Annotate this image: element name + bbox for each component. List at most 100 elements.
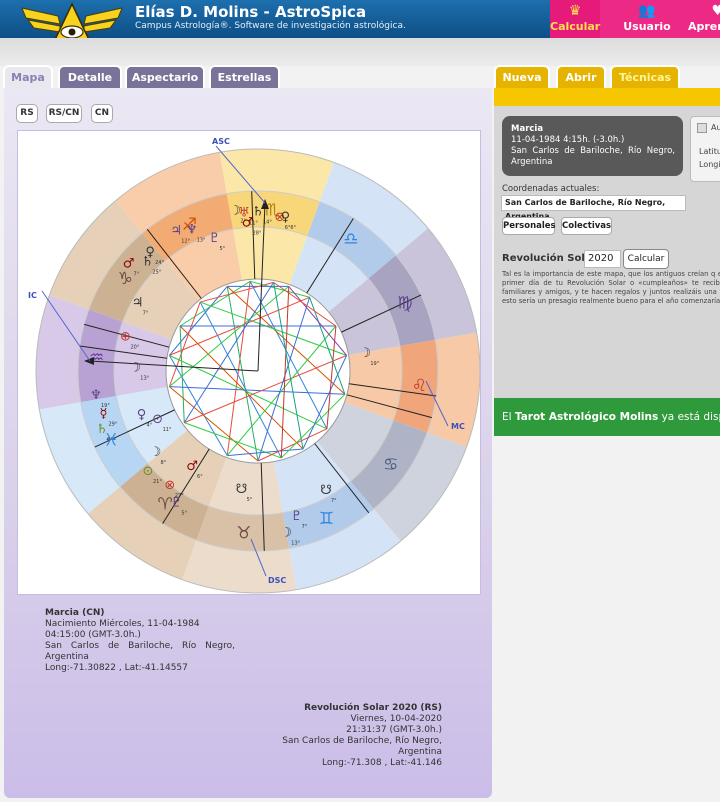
nav-usuario[interactable]: 👥 Usuario [618, 0, 676, 38]
auto-label: Au [711, 123, 720, 132]
site-title: Elías D. Molins - AstroSpica [135, 3, 367, 21]
users-icon: 👥 [638, 3, 656, 19]
zodiac-sign-icon: ♉ [236, 523, 251, 543]
ic-label: IC [28, 291, 37, 300]
planet-icon: ♀ [145, 245, 155, 260]
planet-icon: ♆ [90, 388, 102, 403]
solar-return-description: Tal es la importancia de este mapa, que … [502, 270, 720, 305]
tab-nueva[interactable]: Nueva [494, 65, 550, 88]
planet-degree-label: 6° [107, 437, 113, 443]
zodiac-sign-icon: ♒ [89, 348, 104, 368]
rs-place: San Carlos de Bariloche, Río Negro, Arge… [282, 736, 442, 757]
planet-icon: ♆ [186, 223, 198, 238]
planet-degree-label: 29° [108, 421, 117, 427]
tab-detalle[interactable]: Detalle [58, 65, 122, 88]
planet-icon: ♄ [96, 422, 108, 437]
tarot-banner[interactable]: El Tarot Astrológico Molins ya está disp… [494, 398, 720, 436]
astro-wheel-container[interactable]: ♌ ♍ ♎ ♏ ♐ ♑ ♒ ♓ ♈ ♉ ♊ ♋ ☽ 2° ♅ 11° ♂ 28° ♄ 14° ⊗ 6° ♀ 6° ♃ 12° ♆ 1… [17, 130, 481, 595]
nav-aprender-label: Apren [688, 20, 720, 33]
planet-icon: ⊕ [120, 329, 131, 344]
planet-icon: ☋ [320, 483, 332, 498]
planet-degree-label: 19° [370, 361, 379, 367]
planet-degree-label: 7° [331, 498, 337, 504]
tarot-bold: Tarot Astrológico Molins [514, 411, 659, 423]
rs-date: Viernes, 10-04-2020 [350, 714, 443, 724]
planet-icon: ⊙ [152, 412, 163, 427]
zodiac-sign-icon: ♍ [397, 294, 412, 314]
planet-degree-label: 8° [161, 460, 167, 466]
zodiac-sign-icon: ♌ [412, 376, 427, 396]
rs-title: Revolución Solar 2020 (RS) [304, 703, 442, 713]
planet-icon: ♇ [171, 496, 183, 511]
planet-degree-label: 13° [197, 238, 206, 244]
rs-time: 21:31:37 (GMT-3.0h.) [346, 725, 442, 735]
tab-aspectario[interactable]: Aspectario [125, 65, 205, 88]
header-nav: ♛ Calcular 👥 Usuario ♥ Apren [550, 0, 720, 38]
auto-checkbox[interactable] [697, 123, 707, 133]
mode-rs-button[interactable]: RS [16, 104, 38, 123]
personales-button[interactable]: Personales [502, 217, 556, 235]
solar-return-label: Revolución Solar [502, 253, 597, 264]
crown-icon: ♛ [568, 3, 582, 19]
dsc-label: DSC [268, 576, 286, 585]
longitude-label: Longi [699, 160, 720, 169]
planet-degree-label: 5° [219, 246, 225, 252]
latitude-label: Latitu [699, 147, 720, 156]
site-subtitle: Campus Astrología®. Software de investig… [135, 21, 406, 31]
natal-time: 04:15:00 (GMT-3.0h.) [45, 630, 141, 640]
zodiac-sign-icon: ♋ [383, 455, 398, 475]
planet-degree-label: 11° [163, 427, 172, 433]
natal-info: Marcia (CN) Nacimiento Miércoles, 11-04-… [45, 608, 235, 674]
planet-icon: ♃ [132, 296, 144, 311]
mode-cn-button[interactable]: CN [91, 104, 113, 123]
planet-icon: ☽ [150, 445, 162, 460]
coords-label: Coordenadas actuales: [502, 184, 600, 194]
zodiac-sign-icon: ♊ [319, 509, 334, 529]
planet-icon: ☋ [236, 482, 248, 497]
planet-degree-label: 5° [247, 497, 253, 503]
planet-degree-label: 6° [197, 474, 203, 480]
planet-degree-label: 24° [155, 260, 164, 266]
nav-aprender[interactable]: ♥ Apren [688, 0, 720, 38]
planet-degree-label: 7° [134, 271, 140, 277]
asc-label: ASC [212, 137, 230, 146]
tab-mapa[interactable]: Mapa [3, 65, 53, 88]
person-data-card: Marcia 11-04-1984 4:15h. (-3.0h.) San Ca… [502, 116, 683, 176]
coords-field[interactable]: San Carlos de Bariloche, Río Negro, Arge… [501, 195, 686, 221]
planet-degree-label: 28° [253, 231, 262, 237]
planet-degree-label: 7° [143, 311, 149, 317]
planet-icon: ☽ [280, 526, 292, 541]
person-place: San Carlos de Bariloche, Río Negro, Arge… [511, 146, 675, 167]
planet-icon: ♃ [170, 223, 182, 238]
planet-degree-label: 12° [181, 238, 190, 244]
planet-icon: ♂ [123, 256, 135, 271]
colectivas-button[interactable]: Colectivas [561, 217, 612, 235]
nav-usuario-label: Usuario [623, 20, 671, 33]
mode-rs-cn-button[interactable]: RS/CN [46, 104, 82, 123]
tarot-post: ya está dispon [661, 411, 720, 423]
tab-band [0, 38, 720, 66]
zodiac-sign-icon: ♑ [118, 269, 133, 289]
zodiac-sign-icon: ♎ [343, 229, 358, 249]
natal-name: Marcia (CN) [45, 608, 105, 618]
person-name: Marcia [511, 124, 544, 134]
rs-coords: Long:-71.308 , Lat:-41.146 [322, 758, 442, 768]
person-datetime: 11-04-1984 4:15h. (-3.0h.) [511, 135, 625, 145]
planet-degree-label: 7° [302, 524, 308, 530]
right-tab-strip [494, 88, 720, 106]
planet-icon: ⊙ [143, 464, 154, 479]
heart-icon: ♥ [711, 3, 720, 19]
calcular-button[interactable]: Calcular [623, 249, 669, 269]
planet-icon: ♀ [137, 407, 147, 422]
planet-icon: ⊗ [164, 478, 175, 493]
year-field[interactable]: 2020 [584, 250, 621, 268]
planet-icon: ♇ [209, 231, 221, 246]
mc-label: MC [451, 422, 465, 431]
nav-calcular[interactable]: ♛ Calcular [550, 0, 600, 38]
tab-estrellas[interactable]: Estrellas [209, 65, 280, 88]
planet-icon: ☿ [99, 406, 107, 421]
options-card: Au Latitu Longi [690, 116, 720, 182]
tab-abrir[interactable]: Abrir [556, 65, 606, 88]
natal-coords: Long:-71.30822 , Lat:-41.14557 [45, 663, 188, 673]
tab-tecnicas[interactable]: Técnicas [610, 65, 680, 88]
